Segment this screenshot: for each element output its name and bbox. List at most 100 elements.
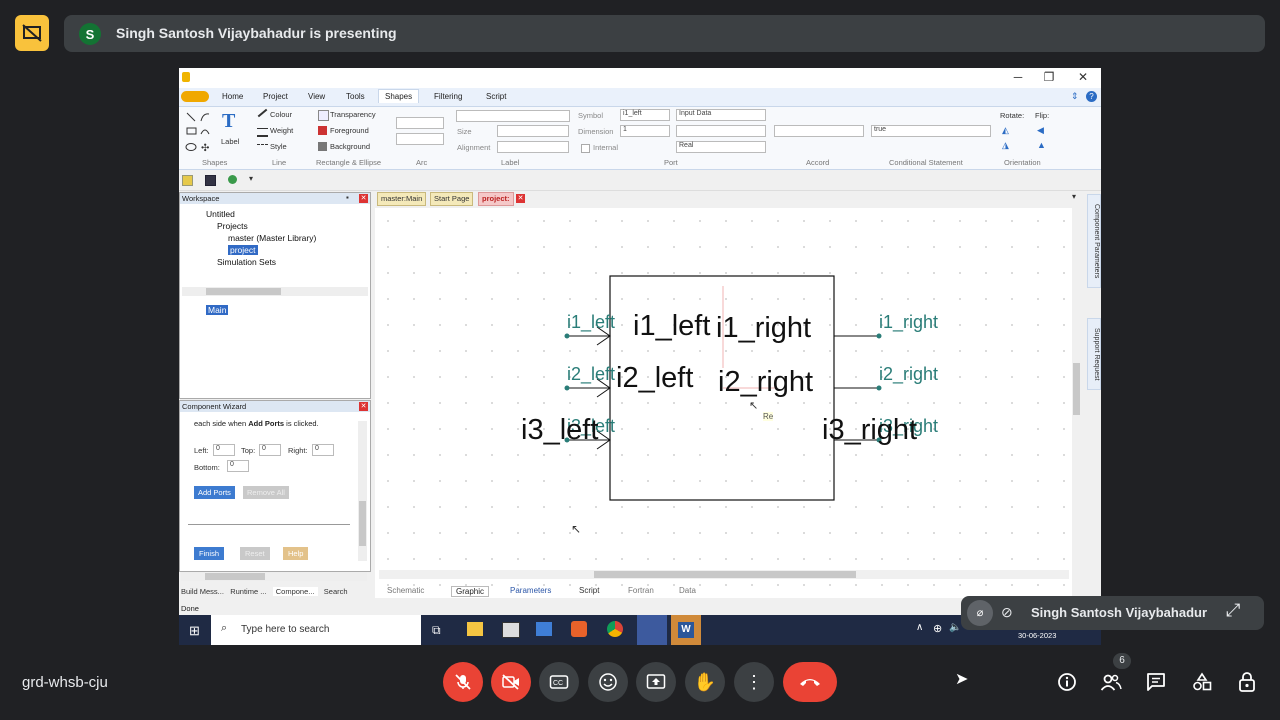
activities-button[interactable] [1190, 670, 1214, 694]
captions-button[interactable]: CC [539, 662, 579, 702]
tree-item-project[interactable]: project [228, 245, 258, 255]
doc-tab-start-page[interactable]: Start Page [430, 192, 474, 206]
close-wizard-icon[interactable]: ✕ [359, 402, 368, 411]
wizard-scrollbar[interactable] [358, 421, 367, 561]
top-count-field[interactable]: 0 [259, 444, 281, 456]
word-icon[interactable]: W [671, 615, 701, 645]
finish-button[interactable]: Finish [194, 547, 225, 560]
refresh-icon[interactable] [228, 175, 237, 184]
view-tab-data[interactable]: Data [679, 586, 696, 595]
rotate-left-icon[interactable]: ◭ [1002, 125, 1009, 136]
transparency-dropdown[interactable]: Transparency [330, 110, 376, 119]
tree-item-main[interactable]: Main [206, 305, 229, 315]
colour-dropdown[interactable]: Colour [270, 110, 292, 119]
tab-runtime[interactable]: Runtime ... [230, 587, 266, 596]
add-ports-button[interactable]: Add Ports [194, 486, 235, 499]
maximize-icon[interactable]: ❐ [1034, 70, 1064, 86]
view-tab-graphic[interactable]: Graphic [451, 586, 490, 597]
doc-tab-master-main[interactable]: master:Main [377, 192, 427, 206]
port-type-dropdown[interactable]: Input Data [676, 109, 766, 121]
pin-icon[interactable]: ▪ [346, 193, 349, 202]
alignment-dropdown[interactable] [497, 141, 569, 153]
host-controls-button[interactable] [1235, 670, 1259, 694]
view-tab-parameters[interactable]: Parameters [510, 586, 551, 595]
file-explorer-icon[interactable] [467, 622, 483, 636]
horizontal-scrollbar[interactable] [182, 287, 368, 296]
doc-tab-project[interactable]: project: [478, 192, 514, 206]
tree-item-untitled[interactable]: Untitled [206, 209, 235, 219]
tab-home[interactable]: Home [216, 90, 249, 103]
flip-horizontal-icon[interactable]: ◀ [1037, 125, 1044, 136]
minimize-icon[interactable]: ─ [1003, 70, 1033, 86]
active-app-icon[interactable] [637, 615, 667, 645]
canvas-vscroll[interactable] [1072, 208, 1081, 568]
present-button[interactable] [636, 662, 676, 702]
size-dropdown[interactable] [497, 125, 569, 137]
flip-vertical-icon[interactable]: ▲ [1037, 140, 1046, 150]
leave-call-button[interactable] [783, 662, 837, 702]
doc-menu-icon[interactable]: ▾ [1072, 192, 1076, 201]
close-panel-icon[interactable]: ✕ [359, 194, 368, 203]
arc-end-field[interactable] [396, 133, 444, 145]
condition-dropdown[interactable]: true [871, 125, 991, 137]
photos-icon[interactable] [536, 622, 552, 636]
windows-start-icon[interactable]: ⊞ [189, 623, 200, 639]
tab-components[interactable]: Compone... [272, 587, 318, 596]
foreground-dropdown[interactable]: Foreground [330, 126, 369, 135]
customize-icon[interactable]: ▾ [249, 174, 253, 183]
view-tab-schematic[interactable]: Schematic [387, 586, 424, 595]
view-tab-fortran[interactable]: Fortran [628, 586, 654, 595]
raise-hand-button[interactable]: ✋ [685, 662, 725, 702]
dimension-field[interactable]: 1 [620, 125, 670, 137]
arc-start-field[interactable] [396, 117, 444, 129]
close-doc-icon[interactable]: ✕ [516, 194, 525, 203]
help-button[interactable]: Help [283, 547, 309, 560]
port-kind-dropdown[interactable]: Real [676, 141, 766, 153]
archive-icon[interactable] [502, 622, 520, 638]
graphic-canvas[interactable]: i1_left i2_left i3_left i1_right i2_righ… [375, 208, 1072, 598]
internal-checkbox[interactable] [581, 144, 590, 153]
presentation-icon[interactable] [15, 15, 49, 51]
tab-build-messages[interactable]: Build Mess... [181, 587, 224, 596]
tab-view[interactable]: View [302, 90, 331, 103]
app-menu-button[interactable] [181, 91, 209, 102]
tray-chevron-icon[interactable]: ∧ [916, 622, 923, 633]
tab-shapes[interactable]: Shapes [378, 89, 420, 103]
app-orange-icon[interactable] [571, 621, 587, 637]
view-tab-script[interactable]: Script [579, 586, 599, 595]
close-icon[interactable]: ✕ [1068, 70, 1098, 86]
meeting-info-button[interactable] [1055, 670, 1079, 694]
left-count-field[interactable]: 0 [213, 444, 235, 456]
tab-filtering[interactable]: Filtering [428, 90, 468, 103]
shape-tools-icon[interactable]: ✣ [185, 111, 215, 153]
save-icon[interactable] [205, 175, 216, 186]
left-hscroll[interactable] [181, 572, 367, 581]
arrows-icon[interactable]: ⇕ [1071, 91, 1079, 102]
side-tab-support-request[interactable]: Support Request [1087, 318, 1101, 390]
taskbar-search[interactable]: ⌕ Type here to search [211, 615, 421, 645]
label-text-field[interactable] [456, 110, 570, 122]
tree-item-master[interactable]: master (Master Library) [228, 233, 316, 243]
task-view-icon[interactable]: ⧉ [432, 623, 441, 638]
background-dropdown[interactable]: Background [330, 142, 370, 151]
canvas-hscroll[interactable] [379, 570, 1069, 579]
tab-project[interactable]: Project [257, 90, 294, 103]
tree-item-simulation-sets[interactable]: Simulation Sets [217, 257, 276, 267]
microphone-off-button[interactable] [443, 662, 483, 702]
people-button[interactable] [1099, 670, 1123, 694]
reset-button[interactable]: Reset [240, 547, 270, 560]
tab-search[interactable]: Search [324, 587, 348, 596]
tab-script[interactable]: Script [480, 90, 512, 103]
label-button[interactable]: Label [221, 137, 239, 146]
chrome-icon[interactable] [607, 621, 623, 637]
tab-tools[interactable]: Tools [340, 90, 371, 103]
expand-icon[interactable]: ⤢ [1226, 600, 1240, 621]
help-icon[interactable]: ? [1086, 91, 1097, 102]
camera-off-button[interactable] [491, 662, 531, 702]
more-options-button[interactable]: ⋮ [734, 662, 774, 702]
remove-all-button[interactable]: Remove All [243, 486, 289, 499]
port-subtype-dropdown[interactable] [676, 125, 766, 137]
mic-off-icon[interactable]: ⌀ [967, 600, 993, 626]
style-dropdown[interactable]: Style [270, 142, 287, 151]
tree-item-projects[interactable]: Projects [217, 221, 248, 231]
